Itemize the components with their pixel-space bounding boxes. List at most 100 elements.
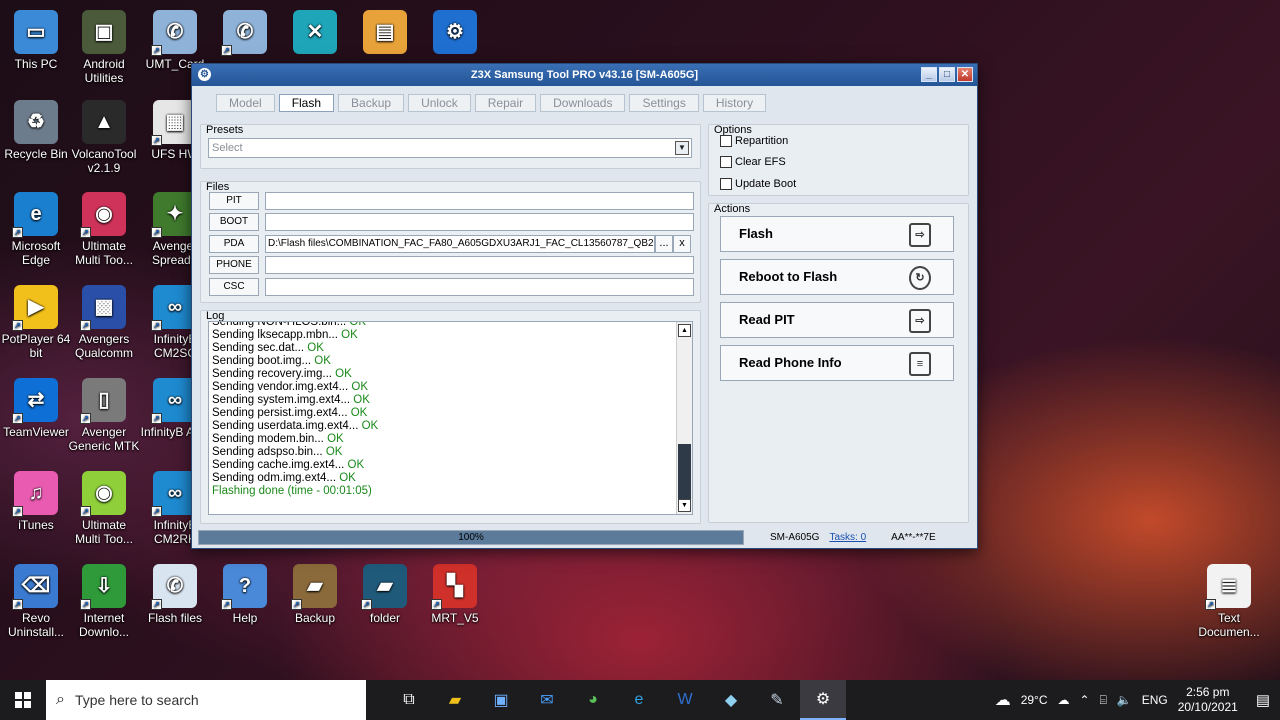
mail-icon[interactable]: ✉ bbox=[524, 680, 570, 720]
browse-button[interactable]: ... bbox=[655, 235, 673, 253]
action-flash-button[interactable]: Flash ⇨ bbox=[720, 216, 954, 252]
tab-history[interactable]: History bbox=[702, 94, 767, 112]
app-icon: ♻ bbox=[14, 100, 58, 144]
file-explorer-icon[interactable]: ▰ bbox=[432, 680, 478, 720]
tasks-link[interactable]: Tasks: 0 bbox=[829, 532, 866, 543]
scroll-up-icon[interactable]: ▲ bbox=[678, 324, 691, 337]
desktop-icon[interactable]: ▯ ↗ Avenger Generic MTK bbox=[68, 378, 140, 453]
action-read-phone-info-button[interactable]: Read Phone Info ≡ bbox=[720, 345, 954, 381]
checkbox[interactable] bbox=[720, 156, 732, 168]
word-icon[interactable]: W bbox=[662, 680, 708, 720]
file-path-pit[interactable] bbox=[265, 192, 694, 210]
notification-icon[interactable]: ▤ bbox=[1256, 691, 1270, 709]
z3x-taskbar-icon[interactable]: ⚙ bbox=[800, 680, 846, 720]
desktop-icon[interactable]: ◉ ↗ Ultimate Multi Too... bbox=[68, 471, 140, 546]
tab-unlock[interactable]: Unlock bbox=[408, 94, 471, 112]
file-button-pit[interactable]: PIT bbox=[209, 192, 259, 210]
action-reboot-to-flash-button[interactable]: Reboot to Flash ↻ bbox=[720, 259, 954, 295]
weather-temp[interactable]: 29°C bbox=[1021, 693, 1048, 707]
chevron-up-icon[interactable]: ⌃ bbox=[1080, 693, 1090, 707]
file-button-csc[interactable]: CSC bbox=[209, 278, 259, 296]
app-icon[interactable]: ◆ bbox=[708, 680, 754, 720]
start-button[interactable] bbox=[0, 680, 46, 720]
file-path-boot[interactable] bbox=[265, 213, 694, 231]
desktop-icon[interactable]: ✆ ↗ Flash files bbox=[139, 564, 211, 625]
file-button-boot[interactable]: BOOT bbox=[209, 213, 259, 231]
file-path-phone[interactable] bbox=[265, 256, 694, 274]
desktop-icon[interactable]: ? ↗ Help bbox=[209, 564, 281, 625]
option-label: Clear EFS bbox=[735, 156, 786, 168]
file-path-pda[interactable]: D:\Flash files\COMBINATION_FAC_FA80_A605… bbox=[265, 235, 655, 253]
clock-time: 2:56 pm bbox=[1186, 685, 1230, 699]
chrome-icon[interactable]: ◕ bbox=[570, 680, 616, 720]
file-button-phone[interactable]: PHONE bbox=[209, 256, 259, 274]
desktop-icon[interactable]: ▰ ↗ folder bbox=[349, 564, 421, 625]
action-read-pit-button[interactable]: Read PIT ⇨ bbox=[720, 302, 954, 338]
option-label: Repartition bbox=[735, 135, 789, 147]
desktop-icon[interactable]: ✕ bbox=[279, 10, 351, 57]
desktop-icon[interactable]: ▶ ↗ PotPlayer 64 bit bbox=[0, 285, 72, 360]
app-icon: ◉ ↗ bbox=[80, 192, 126, 238]
clock[interactable]: 2:56 pm 20/10/2021 bbox=[1178, 685, 1238, 715]
shortcut-arrow-icon: ↗ bbox=[221, 599, 232, 610]
desktop-icon[interactable]: ⌫ ↗ Revo Uninstall... bbox=[0, 564, 72, 639]
log-panel[interactable]: Sending NON-HLOS.bin... OK Sending lkseca… bbox=[208, 321, 693, 515]
desktop-icon[interactable]: ≣ ↗ Text Documen... bbox=[1193, 564, 1265, 639]
taskbar-search[interactable]: ⌕ Type here to search bbox=[46, 680, 366, 720]
option-clear-efs[interactable]: Clear EFS bbox=[720, 156, 786, 168]
checkbox[interactable] bbox=[720, 178, 732, 190]
file-path-csc[interactable] bbox=[265, 278, 694, 296]
network-icon[interactable]: ⌸ bbox=[1100, 693, 1107, 708]
checkbox[interactable] bbox=[720, 135, 732, 147]
shortcut-arrow-icon: ↗ bbox=[80, 506, 91, 517]
desktop-icon[interactable]: ▲ VolcanoTool v2.1.9 bbox=[68, 100, 140, 175]
tab-model[interactable]: Model bbox=[216, 94, 275, 112]
shortcut-arrow-icon: ↗ bbox=[151, 599, 162, 610]
language-indicator[interactable]: ENG bbox=[1142, 693, 1168, 707]
file-button-pda[interactable]: PDA bbox=[209, 235, 259, 253]
window-titlebar[interactable]: ⚙ Z3X Samsung Tool PRO v43.16 [SM-A605G]… bbox=[192, 64, 977, 86]
clear-button[interactable]: x bbox=[673, 235, 691, 253]
desktop-icon[interactable]: ✆ ↗ UMT_Card bbox=[139, 10, 211, 71]
log-line: Sending cache.img.ext4... OK bbox=[212, 459, 378, 472]
desktop-icon[interactable]: ▚ ↗ MRT_V5 bbox=[419, 564, 491, 625]
scroll-thumb[interactable] bbox=[678, 444, 691, 500]
option-update-boot[interactable]: Update Boot bbox=[720, 178, 796, 190]
task-view-icon[interactable]: ⧉ bbox=[386, 680, 432, 720]
desktop-icon[interactable]: ♻ Recycle Bin bbox=[0, 100, 72, 161]
store-icon[interactable]: ▣ bbox=[478, 680, 524, 720]
desktop-icon[interactable]: e ↗ Microsoft Edge bbox=[0, 192, 72, 267]
desktop-icon[interactable]: ▣ Android Utilities bbox=[68, 10, 140, 85]
tool-icon[interactable]: ✎ bbox=[754, 680, 800, 720]
desktop-icon-label: iTunes bbox=[18, 518, 54, 532]
tab-flash[interactable]: Flash bbox=[278, 94, 335, 112]
volume-icon[interactable]: 🔈 bbox=[1117, 693, 1132, 707]
scroll-down-icon[interactable]: ▼ bbox=[678, 499, 691, 512]
tab-backup[interactable]: Backup bbox=[338, 94, 405, 112]
chevron-down-icon[interactable]: ▼ bbox=[675, 141, 689, 155]
tab-settings[interactable]: Settings bbox=[629, 94, 699, 112]
desktop-icon[interactable]: ▭ This PC bbox=[0, 10, 72, 71]
desktop-icon[interactable]: ▰ ↗ Backup bbox=[279, 564, 351, 625]
cloud-icon[interactable]: ☁ bbox=[995, 690, 1011, 710]
desktop-icon[interactable]: ♫ ↗ iTunes bbox=[0, 471, 72, 532]
desktop-icon[interactable]: ⇄ ↗ TeamViewer bbox=[0, 378, 72, 439]
desktop-icon[interactable]: ◉ ↗ Ultimate Multi Too... bbox=[68, 192, 140, 267]
option-repartition[interactable]: Repartition bbox=[720, 135, 788, 147]
edge-icon[interactable]: e bbox=[616, 680, 662, 720]
tab-downloads[interactable]: Downloads bbox=[540, 94, 626, 112]
taskbar: ⌕ Type here to search ⧉ ▰ ▣ ✉ ◕ e W ◆ ✎ … bbox=[0, 680, 1280, 720]
desktop-icon[interactable]: ⚙ bbox=[419, 10, 491, 57]
tab-repair[interactable]: Repair bbox=[474, 94, 537, 112]
minimize-button[interactable]: _ bbox=[921, 67, 937, 82]
log-scrollbar[interactable]: ▲ ▼ bbox=[676, 322, 692, 514]
desktop-icon[interactable]: ▩ ↗ Avengers Qualcomm bbox=[68, 285, 140, 360]
close-button[interactable]: ✕ bbox=[957, 67, 973, 82]
desktop-icon[interactable]: ▤ bbox=[349, 10, 421, 57]
desktop-icon[interactable]: ✆ ↗ bbox=[209, 10, 281, 57]
cloud-sync-icon[interactable]: ☁ bbox=[1058, 693, 1070, 707]
presets-select[interactable]: Select ▼ bbox=[208, 138, 692, 158]
gear-icon: ⚙ bbox=[198, 68, 211, 81]
maximize-button[interactable]: □ bbox=[939, 67, 955, 82]
desktop-icon[interactable]: ⇩ ↗ Internet Downlo... bbox=[68, 564, 140, 639]
